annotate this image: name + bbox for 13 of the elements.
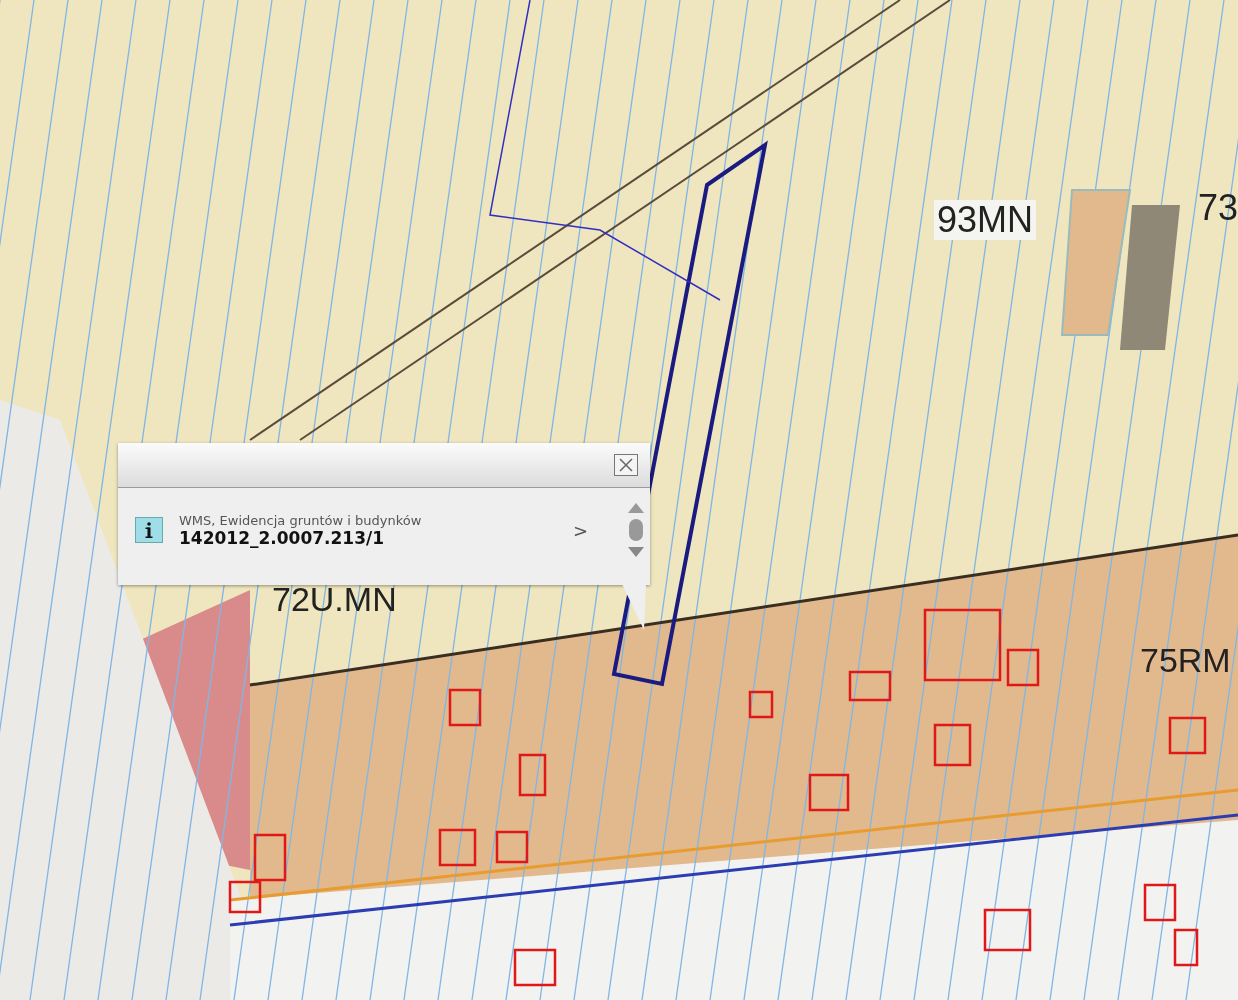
parcel-id: 142012_2.0007.213/1 <box>179 527 385 548</box>
close-button[interactable] <box>614 454 638 476</box>
map-label: 73 <box>1198 190 1238 226</box>
map-label: 75RM <box>1140 643 1231 677</box>
scroll-down-icon[interactable] <box>628 547 644 557</box>
scroll-thumb[interactable] <box>629 519 643 541</box>
info-icon <box>135 517 163 543</box>
map-label: 72U.MN <box>272 582 397 616</box>
close-icon <box>618 457 634 473</box>
layer-name: WMS, Ewidencja gruntów i budynków <box>179 512 423 528</box>
next-link[interactable]: > <box>572 519 588 541</box>
scroll-up-icon[interactable] <box>628 503 644 513</box>
map-label: 93MN <box>934 200 1037 240</box>
